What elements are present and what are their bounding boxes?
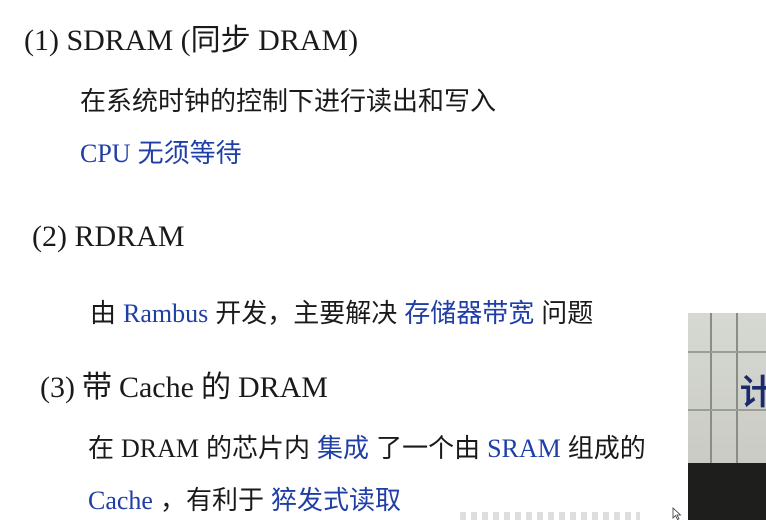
wall-sign-text: 计 bbox=[740, 373, 766, 413]
rambus-text: Rambus bbox=[123, 299, 209, 328]
heading-sdram: (1) SDRAM (同步 DRAM) bbox=[24, 26, 358, 56]
l7-c: 的芯片内 bbox=[206, 434, 311, 463]
video-floor bbox=[688, 463, 766, 520]
faint-bottom-text bbox=[460, 512, 640, 520]
heading-3-with: 带 bbox=[81, 371, 112, 404]
l8-b: ，有利于 bbox=[159, 486, 264, 515]
rdram-desc-e: 问题 bbox=[541, 299, 594, 328]
heading-3-cache: Cache bbox=[118, 371, 194, 404]
wall-h-line bbox=[688, 351, 766, 353]
l7-e: 了一个由 bbox=[376, 434, 481, 463]
heading-3-dram: DRAM bbox=[237, 371, 328, 404]
l7-g: 组成的 bbox=[567, 434, 646, 463]
cache-text: Cache bbox=[88, 486, 153, 515]
heading-3-de: 的 bbox=[200, 371, 231, 404]
heading-sdram-suffix: DRAM) bbox=[250, 24, 359, 57]
sram-text: SRAM bbox=[487, 434, 561, 463]
heading-sdram-prefix: (1) SDRAM ( bbox=[24, 24, 191, 57]
integrated-text: 集成 bbox=[317, 434, 370, 463]
wall-panel-line bbox=[710, 313, 712, 463]
sdram-desc-2: CPU 无须等待 bbox=[80, 141, 242, 167]
heading-rdram: (2) RDRAM bbox=[32, 220, 185, 253]
mouse-pointer-icon bbox=[672, 507, 682, 520]
heading-cache-dram: (3) 带 Cache 的 DRAM bbox=[40, 373, 328, 403]
rdram-desc-a: 由 bbox=[90, 299, 117, 328]
rdram-desc: 由 Rambus 开发，主要解决 存储器带宽 问题 bbox=[90, 301, 593, 327]
cache-dram-desc-1: 在 DRAM 的芯片内 集成 了一个由 SRAM 组成的 bbox=[88, 436, 646, 462]
burst-read-text: 猝发式读取 bbox=[270, 486, 401, 515]
sdram-desc-1: 在系统时钟的控制下进行读出和写入 bbox=[80, 87, 497, 116]
no-wait-text: 无须等待 bbox=[137, 139, 242, 168]
heading-3-num: (3) bbox=[40, 371, 75, 404]
cpu-text: CPU bbox=[80, 139, 131, 168]
l7-a: 在 bbox=[88, 434, 115, 463]
presenter-video-overlay: 计 bbox=[688, 313, 766, 520]
l7-dram: DRAM bbox=[121, 434, 200, 463]
wall-panel-line bbox=[736, 313, 738, 463]
bandwidth-text: 存储器带宽 bbox=[404, 299, 535, 328]
heading-sdram-cjk: 同步 bbox=[190, 24, 251, 57]
cache-dram-desc-2: Cache ，有利于 猝发式读取 bbox=[88, 488, 401, 514]
rdram-desc-c: 开发，主要解决 bbox=[215, 299, 398, 328]
